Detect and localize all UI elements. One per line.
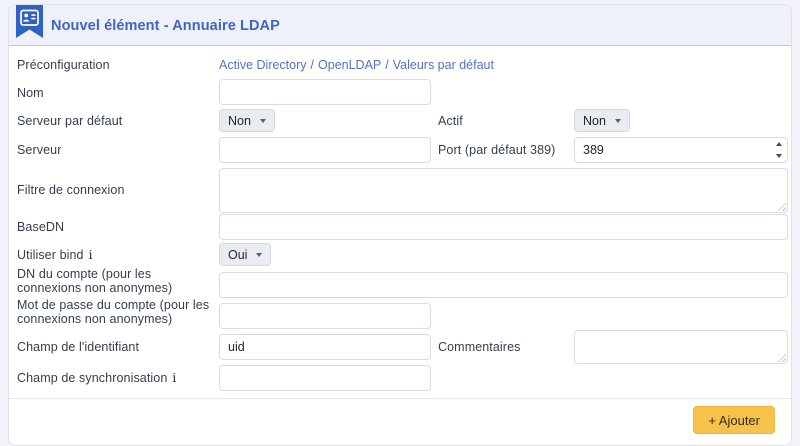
card-header: Nouvel élément - Annuaire LDAP	[9, 5, 791, 46]
preset-link-defaults[interactable]: Valeurs par défaut	[393, 58, 494, 72]
commentaires-textarea[interactable]	[574, 330, 788, 364]
info-icon: i	[172, 371, 176, 385]
champ-identifiant-input[interactable]	[219, 334, 431, 360]
info-icon: i	[89, 248, 93, 262]
actif-label: Actif	[438, 114, 463, 128]
dn-compte-label: DN du compte (pour les connexions non an…	[17, 267, 217, 295]
nom-input[interactable]	[219, 79, 431, 105]
address-card-bookmark-icon	[16, 5, 43, 39]
utiliser-bind-label: Utiliser bindi	[17, 248, 93, 262]
dn-compte-input[interactable]	[219, 272, 788, 298]
port-field	[574, 137, 788, 163]
serveur-par-defaut-select[interactable]: Non	[219, 109, 275, 132]
stepper-up-icon[interactable]	[776, 142, 782, 146]
mot-de-passe-input[interactable]	[219, 303, 431, 329]
chevron-down-icon	[260, 119, 266, 123]
card-footer: + Ajouter	[9, 398, 791, 445]
actif-value: Non	[583, 114, 606, 128]
preset-link-separator: /	[385, 58, 388, 72]
port-label: Port (par défaut 389)	[438, 143, 555, 157]
filtre-connexion-label: Filtre de connexion	[17, 183, 125, 197]
preconfiguration-label: Préconfiguration	[17, 58, 110, 72]
basedn-label: BaseDN	[17, 220, 64, 234]
commentaires-label: Commentaires	[438, 340, 520, 354]
champ-identifiant-label: Champ de l'identifiant	[17, 340, 139, 354]
actif-select[interactable]: Non	[574, 109, 630, 132]
nom-label: Nom	[17, 86, 44, 100]
preconfiguration-links: Active Directory / OpenLDAP / Valeurs par dé…	[219, 58, 494, 72]
ldap-form-card: Nouvel élément - Annuaire LDAP Préconfig…	[8, 4, 792, 446]
preset-link-openldap[interactable]: OpenLDAP	[318, 58, 381, 72]
preset-link-active-directory[interactable]: Active Directory	[219, 58, 307, 72]
page-title: Nouvel élément - Annuaire LDAP	[51, 5, 280, 46]
filtre-connexion-field	[219, 168, 788, 213]
port-input[interactable]	[574, 137, 788, 163]
serveur-par-defaut-value: Non	[228, 114, 251, 128]
chevron-down-icon	[256, 253, 262, 257]
stepper-down-icon[interactable]	[776, 154, 782, 158]
utiliser-bind-select[interactable]: Oui	[219, 243, 271, 266]
serveur-input[interactable]	[219, 137, 431, 163]
basedn-input[interactable]	[219, 214, 788, 240]
utiliser-bind-value: Oui	[228, 248, 247, 262]
champ-synchronisation-label: Champ de synchronisationi	[17, 371, 176, 385]
preset-link-separator: /	[311, 58, 314, 72]
commentaires-field	[574, 330, 788, 364]
chevron-down-icon	[615, 119, 621, 123]
mot-de-passe-label: Mot de passe du compte (pour les connexi…	[17, 298, 217, 326]
serveur-par-defaut-label: Serveur par défaut	[17, 114, 122, 128]
port-stepper[interactable]	[773, 139, 785, 161]
add-button[interactable]: + Ajouter	[693, 406, 775, 434]
serveur-label: Serveur	[17, 143, 61, 157]
filtre-connexion-textarea[interactable]	[219, 168, 788, 213]
champ-synchronisation-input[interactable]	[219, 365, 431, 391]
